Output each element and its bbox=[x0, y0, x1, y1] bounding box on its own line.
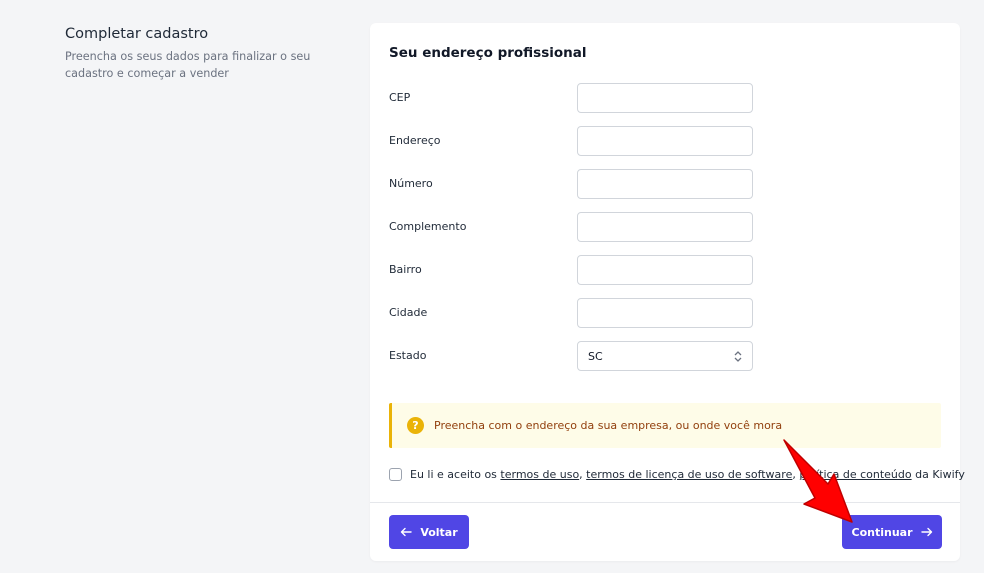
terms-checkbox[interactable] bbox=[389, 468, 402, 481]
numero-input[interactable] bbox=[577, 169, 753, 199]
page-title: Completar cadastro bbox=[65, 26, 209, 42]
estado-select[interactable]: SC bbox=[577, 341, 753, 371]
arrow-left-icon bbox=[401, 527, 413, 537]
bairro-label: Bairro bbox=[389, 263, 422, 276]
field-row-estado: Estado SC bbox=[389, 341, 754, 371]
intro-section: Completar cadastro Preencha os seus dado… bbox=[65, 26, 355, 82]
terms-agreement: Eu li e aceito os termos de uso, termos … bbox=[389, 468, 965, 481]
chevron-up-down-icon bbox=[734, 350, 742, 362]
software-license-link[interactable]: termos de licença de uso de software bbox=[586, 468, 792, 481]
form-title: Seu endereço profissional bbox=[389, 45, 587, 61]
terms-separator-1: , bbox=[579, 468, 583, 481]
field-row-endereco: Endereço bbox=[389, 126, 754, 156]
cep-label: CEP bbox=[389, 91, 411, 104]
alert-text: Preencha com o endereço da sua empresa, … bbox=[434, 419, 783, 432]
complemento-label: Complemento bbox=[389, 220, 467, 233]
terms-of-use-link[interactable]: termos de uso bbox=[500, 468, 579, 481]
cep-input[interactable] bbox=[577, 83, 753, 113]
field-row-cep: CEP bbox=[389, 83, 754, 113]
red-arrow-annotation-icon bbox=[783, 439, 853, 523]
endereco-input[interactable] bbox=[577, 126, 753, 156]
cidade-input[interactable] bbox=[577, 298, 753, 328]
terms-prefix: Eu li e aceito os bbox=[410, 468, 497, 481]
field-row-numero: Número bbox=[389, 169, 754, 199]
estado-label: Estado bbox=[389, 349, 427, 362]
terms-suffix: da Kiwify bbox=[915, 468, 965, 481]
numero-label: Número bbox=[389, 177, 433, 190]
estado-selected-value: SC bbox=[588, 349, 603, 363]
complemento-input[interactable] bbox=[577, 212, 753, 242]
endereco-label: Endereço bbox=[389, 134, 441, 147]
cidade-label: Cidade bbox=[389, 306, 428, 319]
continue-button-label: Continuar bbox=[851, 525, 913, 539]
field-row-bairro: Bairro bbox=[389, 255, 754, 285]
bairro-input[interactable] bbox=[577, 255, 753, 285]
field-row-complemento: Complemento bbox=[389, 212, 754, 242]
back-button-label: Voltar bbox=[420, 525, 458, 539]
arrow-right-icon bbox=[920, 527, 932, 537]
field-row-cidade: Cidade bbox=[389, 298, 754, 328]
back-button[interactable]: Voltar bbox=[389, 515, 469, 549]
question-circle-icon: ? bbox=[407, 417, 424, 434]
page-subtitle: Preencha os seus dados para finalizar o … bbox=[65, 50, 311, 80]
